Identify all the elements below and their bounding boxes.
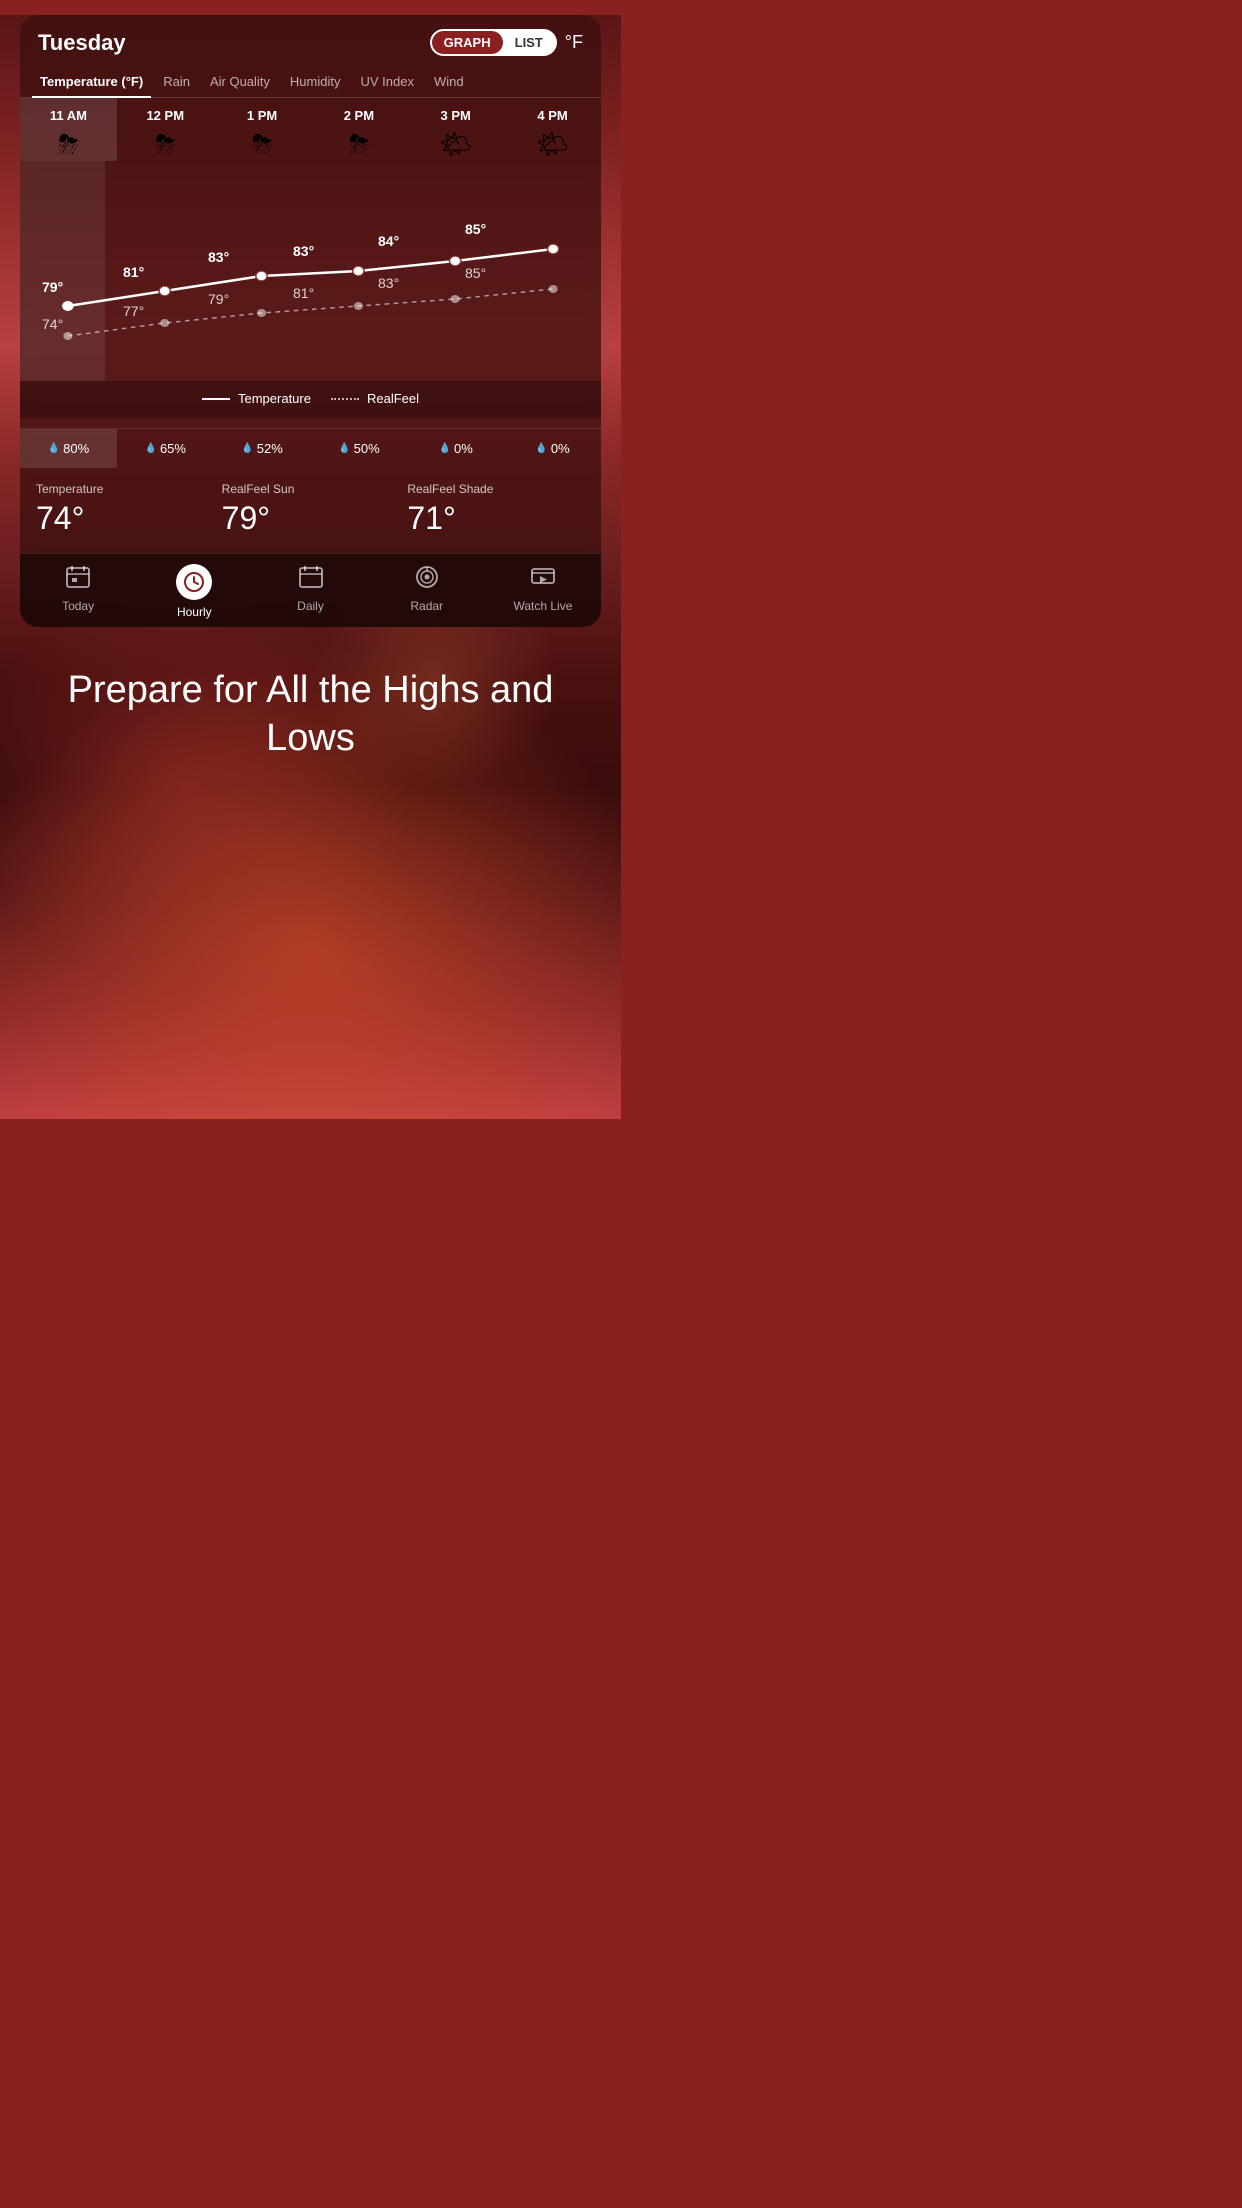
header-right: GRAPH LIST °F (430, 29, 583, 56)
day-title: Tuesday (38, 30, 126, 56)
info-realfeel-sun: RealFeel Sun 79° (222, 482, 400, 537)
realfeel-line-indicator (331, 398, 359, 400)
hour-col-5[interactable]: 4 PM 🌤 (504, 98, 601, 161)
weather-icon-5: 🌤 (536, 131, 569, 157)
hour-label-4: 3 PM (441, 108, 471, 123)
weather-icon-0: ⛈ (58, 131, 79, 157)
legend-temperature: Temperature (202, 391, 311, 406)
nav-today[interactable]: Today (20, 564, 136, 619)
nav-watch-live[interactable]: Watch Live (485, 564, 601, 619)
weather-card: Tuesday GRAPH LIST °F Temperature (°F) R… (20, 15, 601, 627)
high-temp-3: 83° (293, 243, 314, 259)
weather-icon-4: 🌤 (439, 131, 472, 157)
precip-col-1: 💧 65% (117, 429, 214, 468)
legend-realfeel-label: RealFeel (367, 391, 419, 406)
legend-temperature-label: Temperature (238, 391, 311, 406)
realfeel-shade-label: RealFeel Shade (407, 482, 585, 496)
info-temperature: Temperature 74° (36, 482, 214, 537)
precip-val-5: 💧 0% (508, 441, 597, 456)
low-temp-0: 74° (42, 316, 63, 332)
radar-icon (414, 564, 440, 594)
hourly-icon-circle (176, 564, 212, 600)
realfeel-sun-value: 79° (222, 500, 400, 537)
view-toggle[interactable]: GRAPH LIST (430, 29, 557, 56)
hour-label-2: 1 PM (247, 108, 277, 123)
low-temp-5: 85° (465, 265, 486, 281)
tab-air-quality[interactable]: Air Quality (202, 66, 278, 97)
weather-icon-2: ⛈ (252, 131, 273, 157)
temperature-line-indicator (202, 398, 230, 400)
precip-val-3: 💧 50% (314, 441, 403, 456)
low-temp-4: 83° (378, 275, 399, 291)
watch-live-icon (530, 564, 556, 594)
precip-val-0: 💧 80% (24, 441, 113, 456)
hour-col-4[interactable]: 3 PM 🌤 (407, 98, 504, 161)
graph-area: 79° 81° 83° 83° 84° 85° 74° 77° 79° 81° … (20, 161, 601, 381)
tab-uv-index[interactable]: UV Index (353, 66, 422, 97)
list-toggle-btn[interactable]: LIST (503, 31, 555, 54)
nav-daily[interactable]: Daily (252, 564, 368, 619)
nav-hourly[interactable]: Hourly (136, 564, 252, 619)
low-temp-3: 81° (293, 285, 314, 301)
hours-container: 11 AM ⛈ 12 PM ⛈ 1 PM ⛈ 2 PM ⛈ 3 PM 🌤 4 P… (20, 98, 601, 161)
nav-today-label: Today (62, 599, 94, 613)
realfeel-shade-value: 71° (407, 500, 585, 537)
high-temp-0: 79° (42, 279, 63, 295)
precip-col-4: 💧 0% (407, 429, 504, 468)
info-row: Temperature 74° RealFeel Sun 79° RealFee… (20, 468, 601, 553)
drop-icon-0: 💧 (48, 443, 60, 454)
today-icon (65, 564, 91, 594)
realfeel-sun-label: RealFeel Sun (222, 482, 400, 496)
tab-humidity[interactable]: Humidity (282, 66, 349, 97)
hour-label-1: 12 PM (146, 108, 184, 123)
hour-col-0[interactable]: 11 AM ⛈ (20, 98, 117, 161)
hour-col-3[interactable]: 2 PM ⛈ (310, 98, 407, 161)
precip-col-2: 💧 52% (214, 429, 311, 468)
precip-val-2: 💧 52% (218, 441, 307, 456)
graph-toggle-btn[interactable]: GRAPH (432, 31, 503, 54)
precip-val-1: 💧 65% (121, 441, 210, 456)
nav-watch-live-label: Watch Live (513, 599, 572, 613)
high-temp-4: 84° (378, 233, 399, 249)
low-temp-1: 77° (123, 303, 144, 319)
legend-row: Temperature RealFeel (20, 381, 601, 418)
temperature-graph-svg (20, 161, 601, 381)
info-realfeel-shade: RealFeel Shade 71° (407, 482, 585, 537)
daily-icon (298, 564, 324, 594)
unit-label: °F (565, 32, 583, 53)
high-temp-1: 81° (123, 264, 144, 280)
hour-label-0: 11 AM (50, 108, 87, 123)
nav-hourly-label: Hourly (177, 605, 212, 619)
hour-col-2[interactable]: 1 PM ⛈ (214, 98, 311, 161)
high-temp-5: 85° (465, 221, 486, 237)
weather-icon-3: ⛈ (348, 131, 369, 157)
temperature-info-label: Temperature (36, 482, 214, 496)
hour-label-5: 4 PM (537, 108, 567, 123)
nav-radar[interactable]: Radar (369, 564, 485, 619)
precip-col-5: 💧 0% (504, 429, 601, 468)
low-temp-2: 79° (208, 291, 229, 307)
precip-val-4: 💧 0% (411, 441, 500, 456)
precip-col-0: 💧 80% (20, 429, 117, 468)
nav-daily-label: Daily (297, 599, 324, 613)
bottom-nav: Today Hourly (20, 553, 601, 627)
hour-label-3: 2 PM (344, 108, 374, 123)
tabs-row: Temperature (°F) Rain Air Quality Humidi… (20, 66, 601, 98)
card-header: Tuesday GRAPH LIST °F (20, 15, 601, 66)
legend-realfeel: RealFeel (331, 391, 419, 406)
tab-temperature[interactable]: Temperature (°F) (32, 66, 151, 97)
tab-wind[interactable]: Wind (426, 66, 472, 97)
tab-rain[interactable]: Rain (155, 66, 198, 97)
precip-row: 💧 80% 💧 65% 💧 52% 💧 50% (20, 428, 601, 468)
tagline: Prepare for All the Highs and Lows (0, 627, 621, 762)
nav-radar-label: Radar (410, 599, 443, 613)
hour-col-1[interactable]: 12 PM ⛈ (117, 98, 214, 161)
precip-col-3: 💧 50% (310, 429, 407, 468)
weather-icon-1: ⛈ (155, 131, 176, 157)
high-temp-2: 83° (208, 249, 229, 265)
temperature-info-value: 74° (36, 500, 214, 537)
